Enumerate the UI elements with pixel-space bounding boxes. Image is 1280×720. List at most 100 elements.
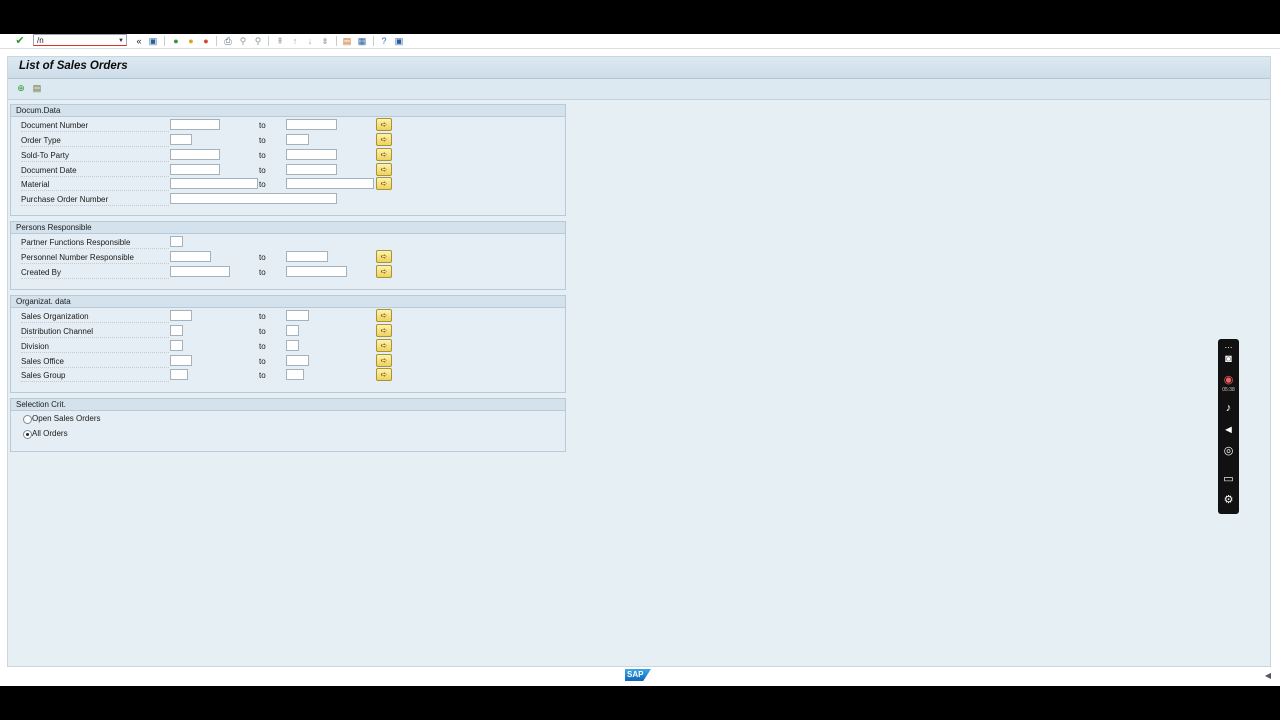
division-from-input[interactable] <box>170 340 183 351</box>
camera-icon[interactable]: ◙ <box>1221 352 1236 367</box>
selection-row-partner-functions: Partner Functions Responsible <box>11 236 565 249</box>
print-icon[interactable]: ⎙ <box>222 35 234 47</box>
material-from-input[interactable] <box>170 178 258 189</box>
to-label: to <box>259 136 266 145</box>
back-icon[interactable]: ● <box>170 35 182 47</box>
multiple-selection-button[interactable]: ➪ <box>376 354 392 367</box>
group-title: Organizat. data <box>11 296 565 308</box>
application-toolbar: ⊕ ▤ <box>8 79 1270 100</box>
multiple-selection-button[interactable]: ➪ <box>376 309 392 322</box>
speaker-icon[interactable]: ◄ <box>1221 423 1236 438</box>
multiple-selection-button[interactable]: ➪ <box>376 133 392 146</box>
get-variant-icon[interactable]: ▤ <box>31 82 43 94</box>
multiple-selection-button[interactable]: ➪ <box>376 265 392 278</box>
main-screen-area: List of Sales Orders ⊕ ▤ Docum.Data Docu… <box>7 56 1271 667</box>
sold-to-party-from-input[interactable] <box>170 149 220 160</box>
group-docum-data: Docum.Data Document Number to ➪ Order Ty… <box>10 104 566 216</box>
field-label: Division <box>21 342 169 353</box>
previous-page-icon[interactable]: ↑ <box>289 35 301 47</box>
field-label: Partner Functions Responsible <box>21 238 169 249</box>
sales-office-to-input[interactable] <box>286 355 309 366</box>
radio-button[interactable] <box>23 415 32 424</box>
to-label: to <box>259 151 266 160</box>
multiple-selection-button[interactable]: ➪ <box>376 177 392 190</box>
back-arrows-icon[interactable]: « <box>133 35 145 47</box>
enter-icon[interactable]: ✔ <box>14 35 26 47</box>
field-label: Purchase Order Number <box>21 195 169 206</box>
status-expand-icon[interactable]: ◀ <box>1262 670 1274 682</box>
command-field-value: /n <box>37 36 44 45</box>
next-page-icon[interactable]: ↓ <box>304 35 316 47</box>
order-type-from-input[interactable] <box>170 134 192 145</box>
document-number-from-input[interactable] <box>170 119 220 130</box>
save-icon[interactable]: ▣ <box>147 35 159 47</box>
distribution-channel-from-input[interactable] <box>170 325 183 336</box>
exit-icon[interactable]: ● <box>185 35 197 47</box>
created-by-from-input[interactable] <box>170 266 230 277</box>
multiple-selection-button[interactable]: ➪ <box>376 163 392 176</box>
selection-row-sales-office: Sales Office to ➪ <box>11 354 565 368</box>
microphone-icon[interactable]: ♪ <box>1221 401 1236 416</box>
multiple-selection-button[interactable]: ➪ <box>376 324 392 337</box>
personnel-number-to-input[interactable] <box>286 251 328 262</box>
help-icon[interactable]: ? <box>378 35 390 47</box>
recording-time: 05:38 <box>1222 387 1235 393</box>
toolbar-separator <box>216 36 217 46</box>
cancel-icon[interactable]: ● <box>200 35 212 47</box>
sold-to-party-to-input[interactable] <box>286 149 337 160</box>
chevron-down-icon[interactable]: ▼ <box>118 35 124 47</box>
execute-icon[interactable]: ⊕ <box>15 82 27 94</box>
field-label: Sales Office <box>21 357 169 368</box>
multiple-selection-button[interactable]: ➪ <box>376 339 392 352</box>
radio-label: Open Sales Orders <box>32 414 101 423</box>
radio-button-selected[interactable] <box>23 430 32 439</box>
multiple-selection-button[interactable]: ➪ <box>376 368 392 381</box>
sales-group-from-input[interactable] <box>170 369 188 380</box>
purchase-order-number-input[interactable] <box>170 193 337 204</box>
selection-row-personnel-number: Personnel Number Responsible to ➪ <box>11 250 565 264</box>
radio-all-orders[interactable]: All Orders <box>11 428 565 441</box>
multiple-selection-button[interactable]: ➪ <box>376 118 392 131</box>
division-to-input[interactable] <box>286 340 299 351</box>
find-icon[interactable]: ⚲ <box>237 35 249 47</box>
new-session-icon[interactable]: ▤ <box>341 35 353 47</box>
created-by-to-input[interactable] <box>286 266 347 277</box>
first-page-icon[interactable]: ⇞ <box>274 35 286 47</box>
customize-layout-icon[interactable]: ▣ <box>393 35 405 47</box>
partner-functions-input[interactable] <box>170 236 183 247</box>
document-date-from-input[interactable] <box>170 164 220 175</box>
document-number-to-input[interactable] <box>286 119 337 130</box>
group-title: Persons Responsible <box>11 222 565 234</box>
order-type-to-input[interactable] <box>286 134 309 145</box>
material-to-input[interactable] <box>286 178 374 189</box>
command-field[interactable]: /n ▼ <box>33 34 127 46</box>
personnel-number-from-input[interactable] <box>170 251 211 262</box>
sales-group-to-input[interactable] <box>286 369 304 380</box>
multiple-selection-button[interactable]: ➪ <box>376 148 392 161</box>
sales-organization-from-input[interactable] <box>170 310 192 321</box>
selection-row-order-type: Order Type to ➪ <box>11 133 565 147</box>
distribution-channel-to-input[interactable] <box>286 325 299 336</box>
to-label: to <box>259 371 266 380</box>
multiple-selection-button[interactable]: ➪ <box>376 250 392 263</box>
last-page-icon[interactable]: ⇟ <box>319 35 331 47</box>
sales-organization-to-input[interactable] <box>286 310 309 321</box>
radio-open-sales-orders[interactable]: Open Sales Orders <box>11 413 565 426</box>
selection-row-purchase-order-number: Purchase Order Number <box>11 193 565 206</box>
find-next-icon[interactable]: ⚲ <box>252 35 264 47</box>
to-label: to <box>259 268 266 277</box>
sales-office-from-input[interactable] <box>170 355 192 366</box>
settings-gear-icon[interactable]: ⚙ <box>1221 493 1236 508</box>
to-label: to <box>259 253 266 262</box>
group-title: Docum.Data <box>11 105 565 117</box>
status-bar: SAP ◀ <box>0 667 1280 686</box>
to-label: to <box>259 121 266 130</box>
to-label: to <box>259 342 266 351</box>
field-label: Sales Group <box>21 371 169 382</box>
shortcut-icon[interactable]: ▦ <box>356 35 368 47</box>
screen-icon[interactable]: ▭ <box>1221 472 1236 487</box>
toolbar-separator <box>164 36 165 46</box>
webcam-icon[interactable]: ◎ <box>1221 444 1236 459</box>
selection-row-document-number: Document Number to ➪ <box>11 118 565 132</box>
document-date-to-input[interactable] <box>286 164 337 175</box>
